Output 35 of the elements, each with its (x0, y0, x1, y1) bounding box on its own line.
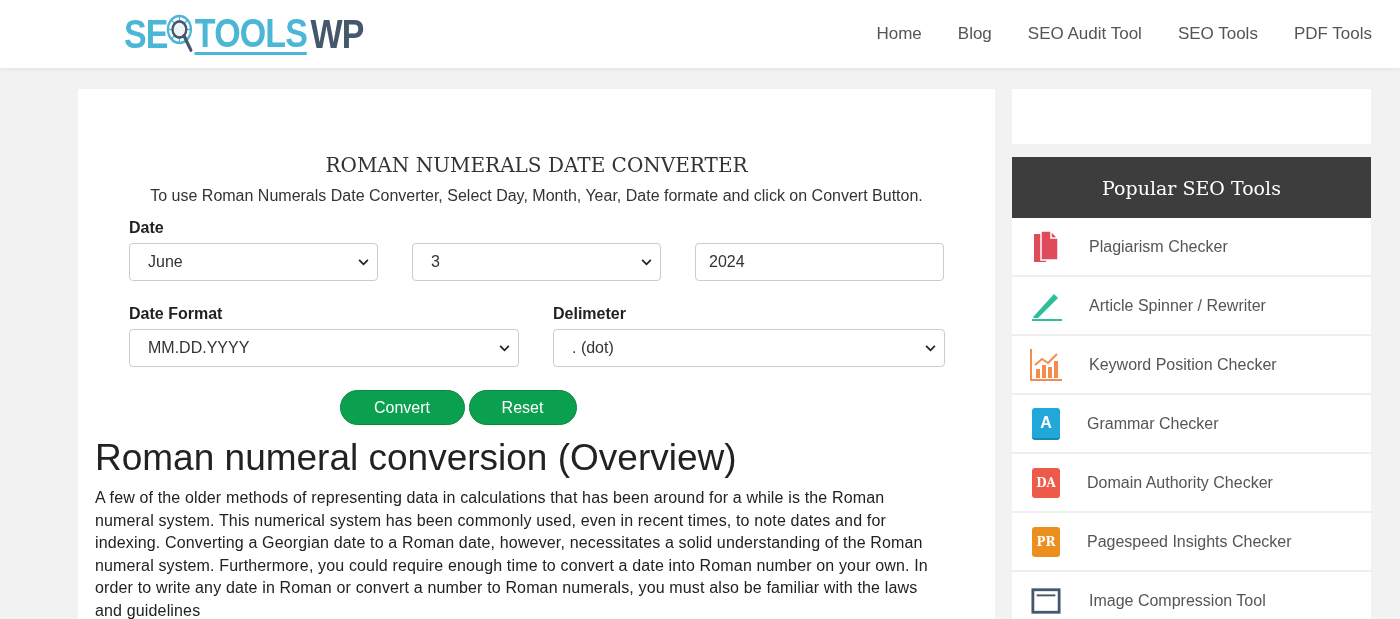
nav-link[interactable]: Blog (957, 24, 992, 44)
instructions-text: To use Roman Numerals Date Converter, Select Day, Month, Year, Date formate and click on Convert Button. (149, 187, 924, 205)
field-label: Date (129, 219, 165, 237)
article-heading: Roman numeral conversion (Overview) (95, 437, 738, 479)
nav-link[interactable]: PDF Tools (1293, 24, 1372, 44)
tool-link[interactable]: PR Pagespeed Insights Checker (1012, 513, 1371, 572)
tool-link[interactable]: Article Spinner / Rewriter (1012, 277, 1371, 336)
chevron-down-icon (499, 344, 510, 352)
letter-badge-icon: PR (1032, 526, 1060, 557)
date-format-select[interactable]: MM.DD.YYYY (129, 329, 519, 367)
converter-title: ROMAN NUMERALS DATE CONVERTER (324, 153, 749, 177)
bar-chart-icon (1030, 348, 1062, 381)
chevron-down-icon (925, 344, 936, 352)
tool-link[interactable]: DA Domain Authority Checker (1012, 454, 1371, 513)
chevron-down-icon (641, 258, 652, 266)
month-select[interactable]: June (129, 243, 378, 281)
tool-link[interactable]: Image Compression Tool (1012, 572, 1371, 619)
nav-link[interactable]: SEO Tools (1177, 24, 1258, 44)
year-input[interactable]: 2024 (695, 243, 944, 281)
delimiter-select[interactable]: . (dot) (553, 329, 945, 367)
sidebar-title: Popular SEO Tools (1012, 157, 1371, 218)
nav-link[interactable]: Home (876, 24, 922, 44)
field-label: Delimeter (553, 305, 627, 323)
article-paragraph: A few of the older methods of representing data in calculations that has been around for a while is the Roman numeral system. This numerical system has been commonly used, even in recent times, to note dates and for indexing. Converting a Georgian date to a Roman date, however, necessitates a solid understanding of the Roman numeral system. Furthermore, you could require enough time to convert a date into Roman number on your own. In order to write any date in Roman or convert a number to Roman numerals, you must also be familiar with the laws and guidelines (95, 488, 929, 619)
day-select[interactable]: 3 (412, 243, 661, 281)
letter-badge-icon: DA (1032, 467, 1060, 498)
field-label: Date Format (129, 305, 224, 323)
tool-link[interactable]: Plagiarism Checker (1012, 218, 1371, 277)
tool-link[interactable]: A Grammar Checker (1012, 395, 1371, 454)
image-frame-icon (1030, 585, 1062, 616)
book-icon: A (1032, 407, 1060, 440)
nav-link[interactable]: SEO Audit Tool (1027, 24, 1142, 44)
logo-text[interactable]: WP (310, 11, 364, 57)
chevron-down-icon (358, 258, 369, 266)
tool-link[interactable]: Keyword Position Checker (1012, 336, 1371, 395)
